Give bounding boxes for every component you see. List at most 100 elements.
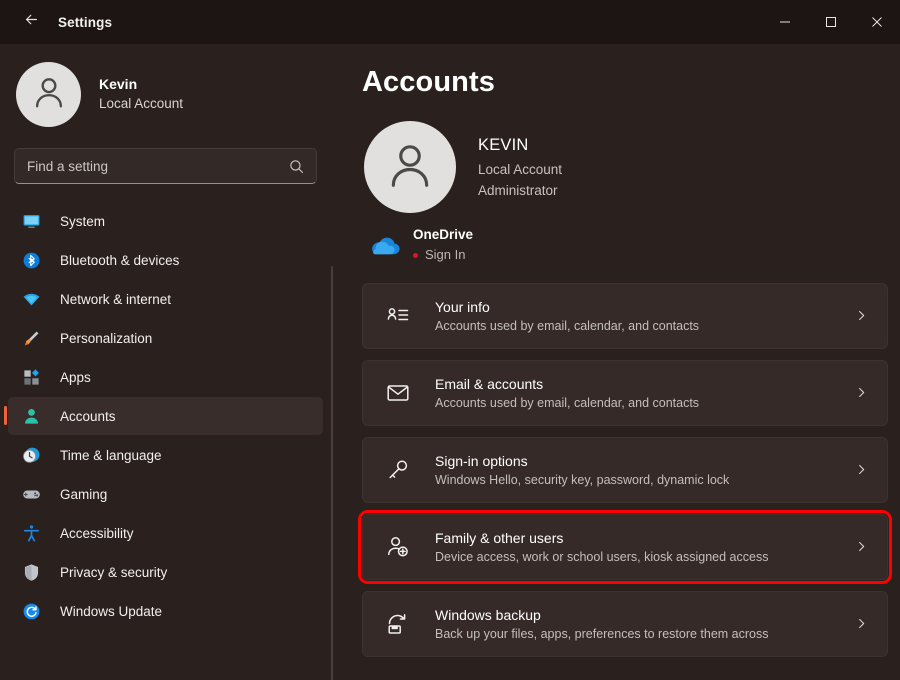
bluetooth-icon: [20, 249, 42, 271]
onedrive-cloud-icon: [365, 232, 401, 258]
chevron-right-icon: [851, 386, 871, 399]
sidebar-item-gaming[interactable]: Gaming: [8, 475, 323, 513]
search-icon[interactable]: [288, 158, 305, 180]
settings-card-title: Email & accounts: [435, 374, 851, 394]
back-arrow-icon: [23, 11, 40, 33]
person-icon: [20, 405, 42, 427]
settings-card-sign-in-options[interactable]: Sign-in options Windows Hello, security …: [362, 437, 888, 503]
person-add-icon: [383, 532, 413, 562]
chevron-right-icon: [851, 617, 871, 630]
settings-card-title: Sign-in options: [435, 451, 851, 471]
sidebar-item-time-language[interactable]: Time & language: [8, 436, 323, 474]
apps-grid-icon: [20, 366, 42, 388]
settings-card-title: Windows backup: [435, 605, 851, 625]
contact-card-icon: [383, 301, 413, 331]
settings-card-subtitle: Accounts used by email, calendar, and co…: [435, 394, 851, 412]
settings-card-subtitle: Device access, work or school users, kio…: [435, 548, 851, 566]
settings-card-text: Your info Accounts used by email, calend…: [435, 297, 851, 335]
minimize-button[interactable]: [762, 0, 808, 44]
status-dot-icon: [413, 253, 418, 258]
maximize-button[interactable]: [808, 0, 854, 44]
sidebar-item-network-internet[interactable]: Network & internet: [8, 280, 323, 318]
sidebar: Kevin Local Account Find a setting Syste…: [0, 44, 333, 680]
sidebar-profile[interactable]: Kevin Local Account: [0, 44, 333, 128]
chevron-right-icon: [851, 309, 871, 322]
window-controls: [762, 0, 900, 44]
main-content: Accounts KEVIN Local Account Administrat…: [333, 44, 900, 680]
gamepad-icon: [20, 483, 42, 505]
onedrive-text: OneDrive Sign In: [413, 225, 473, 265]
settings-window: Settings K: [0, 0, 900, 680]
sidebar-item-label: Apps: [60, 370, 91, 385]
backup-icon: [383, 609, 413, 639]
account-summary-text: KEVIN Local Account Administrator: [478, 132, 562, 202]
settings-card-email-accounts[interactable]: Email & accounts Accounts used by email,…: [362, 360, 888, 426]
sidebar-item-personalization[interactable]: Personalization: [8, 319, 323, 357]
sidebar-item-label: Accessibility: [60, 526, 134, 541]
sidebar-item-label: Privacy & security: [60, 565, 167, 580]
close-button[interactable]: [854, 0, 900, 44]
onedrive-status-label: Sign In: [425, 245, 465, 265]
person-avatar-icon: [383, 138, 437, 197]
sidebar-item-label: System: [60, 214, 105, 229]
settings-card-text: Family & other users Device access, work…: [435, 528, 851, 566]
settings-card-family-other-users[interactable]: Family & other users Device access, work…: [362, 514, 888, 580]
settings-card-subtitle: Windows Hello, security key, password, d…: [435, 471, 851, 489]
sidebar-item-accessibility[interactable]: Accessibility: [8, 514, 323, 552]
sidebar-item-label: Personalization: [60, 331, 152, 346]
sidebar-profile-name: Kevin: [99, 74, 183, 94]
clock-globe-icon: [20, 444, 42, 466]
sidebar-item-privacy-security[interactable]: Privacy & security: [8, 553, 323, 591]
settings-card-subtitle: Back up your files, apps, preferences to…: [435, 625, 851, 643]
sidebar-item-label: Network & internet: [60, 292, 171, 307]
settings-card-your-info[interactable]: Your info Accounts used by email, calend…: [362, 283, 888, 349]
account-role: Administrator: [478, 180, 562, 202]
shield-icon: [20, 561, 42, 583]
sidebar-item-windows-update[interactable]: Windows Update: [8, 592, 323, 630]
settings-card-list: Your info Accounts used by email, calend…: [362, 283, 888, 657]
app-title: Settings: [58, 15, 112, 30]
sidebar-item-system[interactable]: System: [8, 202, 323, 240]
avatar[interactable]: [364, 121, 456, 213]
title-bar: Settings: [0, 0, 900, 44]
sidebar-profile-text: Kevin Local Account: [99, 74, 183, 114]
onedrive-row[interactable]: OneDrive Sign In: [365, 225, 900, 265]
avatar: [16, 62, 81, 127]
key-icon: [383, 455, 413, 485]
sidebar-item-label: Bluetooth & devices: [60, 253, 179, 268]
update-refresh-icon: [20, 600, 42, 622]
sidebar-profile-subtitle: Local Account: [99, 94, 183, 114]
onedrive-status: Sign In: [413, 245, 473, 265]
chevron-right-icon: [851, 540, 871, 553]
sidebar-item-label: Time & language: [60, 448, 162, 463]
chevron-right-icon: [851, 463, 871, 476]
monitor-icon: [20, 210, 42, 232]
settings-card-title: Your info: [435, 297, 851, 317]
settings-card-windows-backup[interactable]: Windows backup Back up your files, apps,…: [362, 591, 888, 657]
sidebar-item-label: Accounts: [60, 409, 116, 424]
envelope-icon: [383, 378, 413, 408]
wifi-icon: [20, 288, 42, 310]
search-placeholder: Find a setting: [27, 159, 108, 174]
sidebar-item-label: Gaming: [60, 487, 107, 502]
sidebar-item-bluetooth-devices[interactable]: Bluetooth & devices: [8, 241, 323, 279]
back-button[interactable]: [14, 7, 48, 37]
account-summary: KEVIN Local Account Administrator: [364, 121, 900, 213]
settings-card-text: Windows backup Back up your files, apps,…: [435, 605, 851, 643]
settings-card-subtitle: Accounts used by email, calendar, and co…: [435, 317, 851, 335]
sidebar-item-accounts[interactable]: Accounts: [8, 397, 323, 435]
accessibility-person-icon: [20, 522, 42, 544]
sidebar-nav: System Bluetooth & devices Network & int…: [0, 202, 333, 630]
account-type: Local Account: [478, 159, 562, 181]
account-name: KEVIN: [478, 132, 562, 158]
search-input[interactable]: Find a setting: [14, 148, 317, 184]
settings-card-text: Sign-in options Windows Hello, security …: [435, 451, 851, 489]
person-avatar-icon: [30, 73, 68, 116]
search-container: Find a setting: [0, 128, 333, 184]
sidebar-item-label: Windows Update: [60, 604, 162, 619]
paintbrush-icon: [20, 327, 42, 349]
page-title: Accounts: [362, 66, 900, 99]
sidebar-item-apps[interactable]: Apps: [8, 358, 323, 396]
onedrive-title: OneDrive: [413, 225, 473, 245]
settings-card-title: Family & other users: [435, 528, 851, 548]
